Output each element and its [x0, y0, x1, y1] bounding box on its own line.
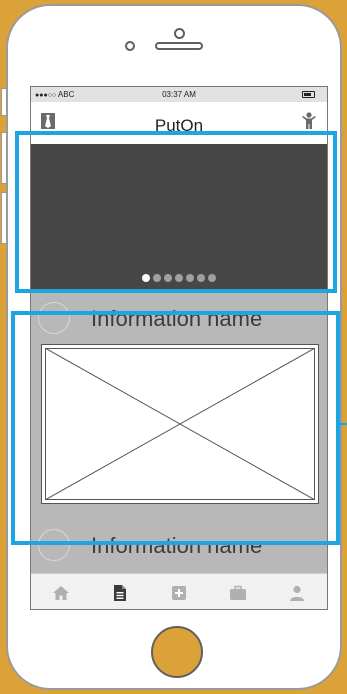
- tab-profile[interactable]: [268, 574, 327, 609]
- pager-dot[interactable]: [164, 274, 172, 282]
- proximity-sensor: [125, 41, 135, 51]
- image-carousel[interactable]: [31, 144, 327, 290]
- battery-icon: [302, 91, 315, 98]
- document-icon: [113, 584, 126, 601]
- information-name: Information name: [91, 533, 263, 558]
- front-camera: [174, 28, 185, 39]
- pager-dot[interactable]: [175, 274, 183, 282]
- earpiece-speaker: [155, 42, 203, 50]
- pager-dot[interactable]: [208, 274, 216, 282]
- annotation-connector-line: [340, 423, 347, 425]
- person-icon[interactable]: [301, 112, 317, 130]
- app-title: PutOn: [154, 116, 204, 135]
- feed-item-header[interactable]: Information name: [31, 527, 327, 563]
- tab-bar: [31, 573, 327, 609]
- avatar: [38, 302, 70, 334]
- status-time: 03:37 AM: [162, 90, 196, 99]
- information-name: Information name: [91, 306, 263, 331]
- status-bar: ●●●○○ ABC 03:37 AM: [31, 87, 327, 102]
- pager-dot[interactable]: [197, 274, 205, 282]
- plus-square-icon: [172, 585, 186, 600]
- home-icon: [52, 585, 69, 600]
- briefcase-icon: [230, 585, 247, 600]
- feed-item-header[interactable]: Information name: [31, 300, 327, 336]
- avatar: [38, 529, 70, 561]
- tab-briefcase[interactable]: [209, 574, 268, 609]
- tab-documents[interactable]: [90, 574, 149, 609]
- tab-add[interactable]: [149, 574, 208, 609]
- carousel-pager[interactable]: [31, 274, 327, 282]
- phone-home-button[interactable]: [151, 626, 203, 678]
- pager-dot[interactable]: [142, 274, 150, 282]
- tab-home[interactable]: [31, 574, 90, 609]
- user-icon: [290, 585, 305, 601]
- pager-dot[interactable]: [186, 274, 194, 282]
- app-screen: ●●●○○ ABC 03:37 AM PutOn Information nam…: [30, 86, 328, 610]
- image-placeholder-icon: [45, 348, 315, 500]
- nav-bar: PutOn: [31, 102, 327, 144]
- feed-item-image[interactable]: [41, 344, 319, 504]
- pager-dot[interactable]: [153, 274, 161, 282]
